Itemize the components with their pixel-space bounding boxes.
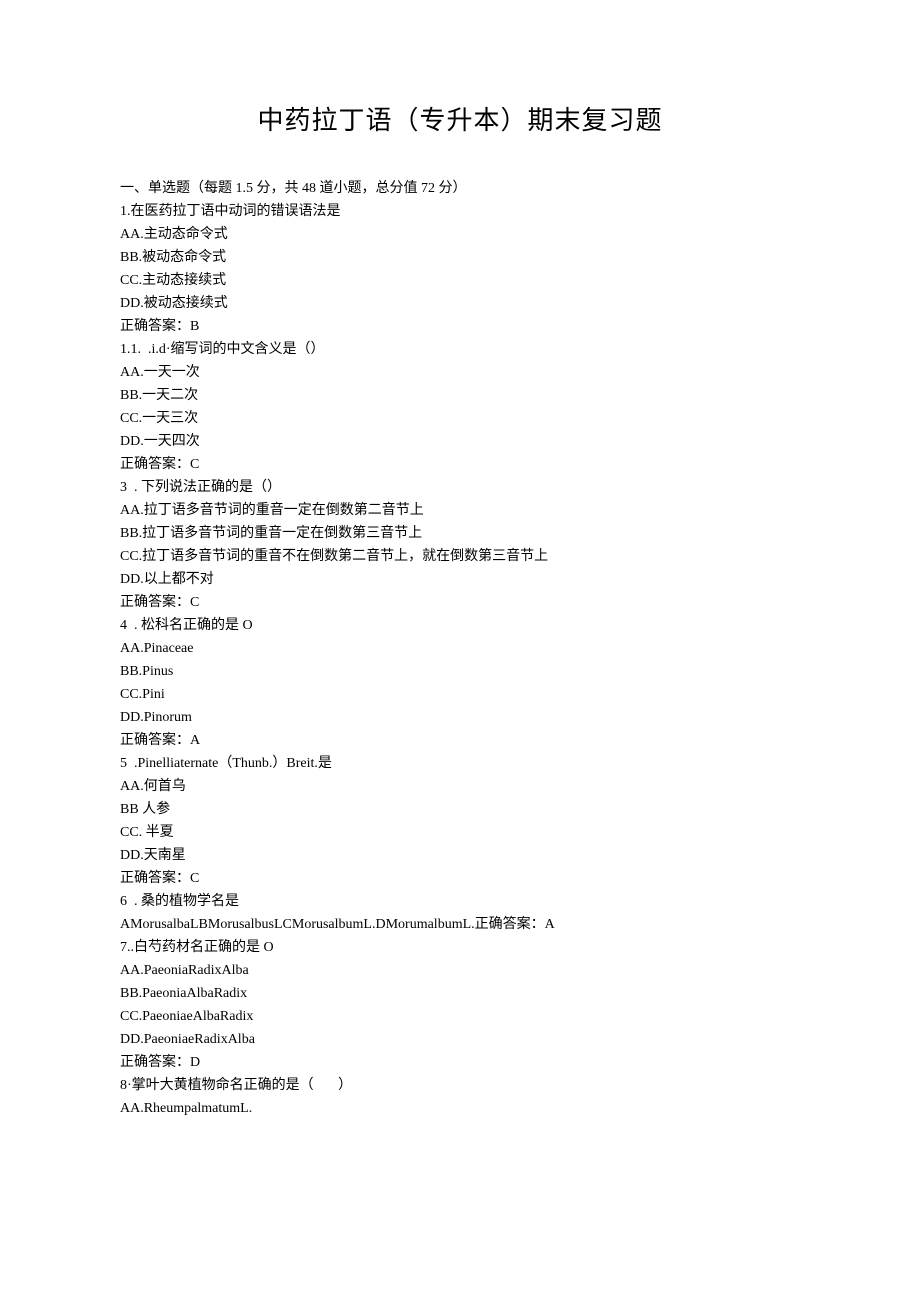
- text-line: AA.何首乌: [120, 775, 800, 798]
- text-line: BB.拉丁语多音节词的重音一定在倒数第三音节上: [120, 522, 800, 545]
- document-body: 1.在医药拉丁语中动词的错误语法是AA.主动态命令式BB.被动态命令式CC.主动…: [120, 200, 800, 1120]
- text-line: AA.主动态命令式: [120, 223, 800, 246]
- text-line: 4 . 松科名正确的是 O: [120, 614, 800, 637]
- text-line: 正确答案：A: [120, 729, 800, 752]
- text-line: CC.Pini: [120, 683, 800, 706]
- text-line: BB 人参: [120, 798, 800, 821]
- text-line: 7..白芍药材名正确的是 O: [120, 936, 800, 959]
- text-line: AMorusalbaLBMorusalbusLCMorusalbumL.DMor…: [120, 913, 800, 936]
- text-line: AA.RheumpalmatumL.: [120, 1097, 800, 1120]
- text-line: AA.一天一次: [120, 361, 800, 384]
- text-line: 8·掌叶大黄植物命名正确的是（ ）: [120, 1074, 800, 1097]
- text-line: BB.被动态命令式: [120, 246, 800, 269]
- text-line: DD.天南星: [120, 844, 800, 867]
- text-line: 正确答案：D: [120, 1051, 800, 1074]
- text-line: BB.Pinus: [120, 660, 800, 683]
- text-line: DD.以上都不对: [120, 568, 800, 591]
- text-line: DD.Pinorum: [120, 706, 800, 729]
- text-line: 6 . 桑的植物学名是: [120, 890, 800, 913]
- text-line: 1.在医药拉丁语中动词的错误语法是: [120, 200, 800, 223]
- text-line: 3 . 下列说法正确的是（）: [120, 476, 800, 499]
- text-line: DD.PaeoniaeRadixAlba: [120, 1028, 800, 1051]
- text-line: 正确答案：C: [120, 453, 800, 476]
- text-line: CC.一天三次: [120, 407, 800, 430]
- section-header: 一、单选题（每题 1.5 分，共 48 道小题，总分值 72 分）: [120, 177, 800, 200]
- text-line: 正确答案：C: [120, 591, 800, 614]
- text-line: BB.一天二次: [120, 384, 800, 407]
- text-line: DD.被动态接续式: [120, 292, 800, 315]
- text-line: 正确答案：B: [120, 315, 800, 338]
- text-line: BB.PaeoniaAlbaRadix: [120, 982, 800, 1005]
- text-line: DD.一天四次: [120, 430, 800, 453]
- text-line: AA.拉丁语多音节词的重音一定在倒数第二音节上: [120, 499, 800, 522]
- text-line: 5 .Pinelliaternate（Thunb.）Breit.是: [120, 752, 800, 775]
- text-line: CC.拉丁语多音节词的重音不在倒数第二音节上，就在倒数第三音节上: [120, 545, 800, 568]
- text-line: CC. 半夏: [120, 821, 800, 844]
- text-line: AA.Pinaceae: [120, 637, 800, 660]
- text-line: CC.主动态接续式: [120, 269, 800, 292]
- text-line: 1.1. .i.d·缩写词的中文含义是（）: [120, 338, 800, 361]
- text-line: AA.PaeoniaRadixAlba: [120, 959, 800, 982]
- text-line: CC.PaeoniaeAlbaRadix: [120, 1005, 800, 1028]
- document-page: 中药拉丁语（专升本）期末复习题 一、单选题（每题 1.5 分，共 48 道小题，…: [0, 0, 920, 1180]
- text-line: 正确答案：C: [120, 867, 800, 890]
- document-title: 中药拉丁语（专升本）期末复习题: [120, 100, 800, 137]
